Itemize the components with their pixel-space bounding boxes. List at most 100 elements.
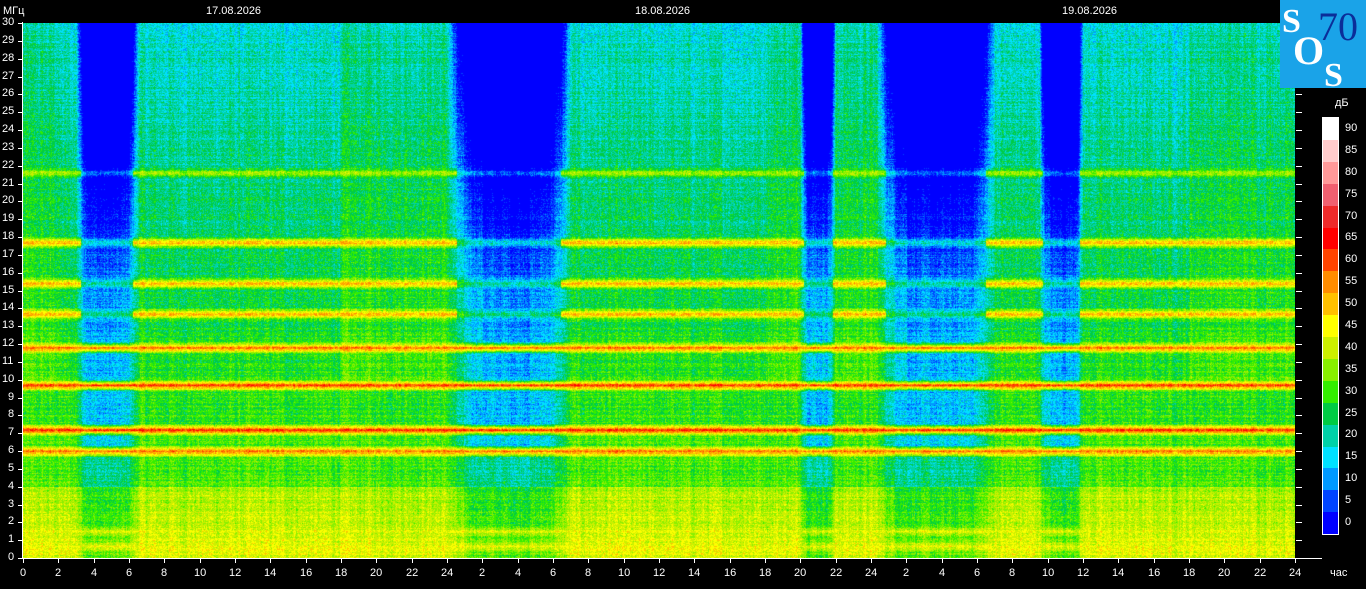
y-tick-label: 3 <box>8 498 15 510</box>
colorbar-segment <box>1323 293 1338 316</box>
right-y-tick <box>1296 130 1302 131</box>
colorbar-segment <box>1323 227 1338 250</box>
x-tick-label: 8 <box>585 567 592 579</box>
x-tick-label: 16 <box>1148 567 1161 579</box>
x-tick-label: 8 <box>1009 567 1016 579</box>
x-tick-label: 14 <box>264 567 277 579</box>
x-tick <box>800 559 801 563</box>
y-tick-label: 30 <box>2 16 15 28</box>
x-tick-label: 4 <box>91 567 98 579</box>
colorbar-tick-label: 20 <box>1345 428 1358 440</box>
y-tick <box>18 273 22 274</box>
y-tick-label: 17 <box>2 248 15 260</box>
right-y-tick <box>1296 148 1302 149</box>
y-tick <box>18 219 22 220</box>
y-tick-label: 10 <box>2 373 15 385</box>
y-tick <box>18 505 22 506</box>
y-tick-label: 20 <box>2 194 15 206</box>
right-y-tick <box>1296 558 1302 559</box>
x-tick <box>412 559 413 563</box>
right-y-tick <box>1296 522 1302 523</box>
y-tick-label: 24 <box>2 123 15 135</box>
date-label-day3: 19.08.2026 <box>1062 5 1118 17</box>
x-tick-label: 10 <box>194 567 207 579</box>
y-tick-label: 27 <box>2 70 15 82</box>
x-tick <box>1189 559 1190 563</box>
right-y-tick <box>1296 362 1302 363</box>
right-y-tick <box>1296 237 1302 238</box>
x-tick <box>1260 559 1261 563</box>
colorbar-tick-label: 70 <box>1345 210 1358 222</box>
colorbar-segment <box>1323 402 1338 425</box>
colorbar <box>1322 117 1339 535</box>
date-label-day1: 17.08.2026 <box>206 5 262 17</box>
spectrogram-heatmap <box>23 23 1295 558</box>
x-tick <box>1118 559 1119 563</box>
x-tick <box>836 559 837 563</box>
colorbar-tick-label: 5 <box>1345 494 1352 506</box>
y-tick-label: 25 <box>2 105 15 117</box>
sos70-logo: S O S 70 <box>1280 0 1366 94</box>
y-tick <box>18 255 22 256</box>
spectrogram-plot <box>23 23 1295 558</box>
x-tick <box>482 559 483 563</box>
logo-letter-s2: S <box>1324 57 1343 88</box>
x-unit-label: час <box>1330 567 1348 579</box>
y-tick <box>18 415 22 416</box>
x-tick <box>94 559 95 563</box>
y-tick <box>18 308 22 309</box>
right-y-tick <box>1296 219 1302 220</box>
x-tick-label: 12 <box>1077 567 1090 579</box>
x-tick <box>447 559 448 563</box>
x-tick-label: 20 <box>794 567 807 579</box>
x-tick <box>553 559 554 563</box>
right-y-tick <box>1296 487 1302 488</box>
x-tick-label: 24 <box>865 567 878 579</box>
y-tick-label: 5 <box>8 462 15 474</box>
colorbar-tick-label: 35 <box>1345 363 1358 375</box>
colorbar-tick-label: 15 <box>1345 450 1358 462</box>
y-tick <box>18 540 22 541</box>
x-tick-label: 24 <box>1289 567 1302 579</box>
x-tick-label: 4 <box>939 567 946 579</box>
y-tick <box>18 398 22 399</box>
right-y-tick <box>1296 201 1302 202</box>
x-tick <box>1083 559 1084 563</box>
colorbar-segment <box>1323 446 1338 469</box>
right-y-tick <box>1296 94 1302 95</box>
x-tick-label: 2 <box>479 567 486 579</box>
y-tick <box>18 433 22 434</box>
y-tick <box>18 77 22 78</box>
x-tick-label: 12 <box>653 567 666 579</box>
colorbar-tick-label: 85 <box>1345 144 1358 156</box>
x-tick-label: 6 <box>974 567 981 579</box>
y-tick <box>18 558 22 559</box>
right-y-tick <box>1296 166 1302 167</box>
x-tick-label: 10 <box>618 567 631 579</box>
x-tick <box>1048 559 1049 563</box>
y-tick <box>18 326 22 327</box>
x-tick <box>588 559 589 563</box>
y-tick-label: 19 <box>2 212 15 224</box>
x-tick-label: 6 <box>550 567 557 579</box>
y-axis-line <box>22 22 23 559</box>
x-tick-label: 20 <box>370 567 383 579</box>
right-y-tick <box>1296 451 1302 452</box>
y-tick <box>18 291 22 292</box>
y-tick-label: 7 <box>8 426 15 438</box>
y-tick <box>18 166 22 167</box>
right-y-tick <box>1296 415 1302 416</box>
y-tick <box>18 487 22 488</box>
right-y-tick <box>1296 540 1302 541</box>
right-y-tick <box>1296 308 1302 309</box>
x-tick-label: 14 <box>1112 567 1125 579</box>
x-tick <box>1012 559 1013 563</box>
right-y-tick <box>1296 326 1302 327</box>
x-tick <box>659 559 660 563</box>
colorbar-segment <box>1323 249 1338 272</box>
colorbar-tick-label: 25 <box>1345 407 1358 419</box>
x-tick <box>624 559 625 563</box>
x-tick <box>58 559 59 563</box>
y-tick-label: 11 <box>2 355 14 367</box>
x-tick <box>765 559 766 563</box>
